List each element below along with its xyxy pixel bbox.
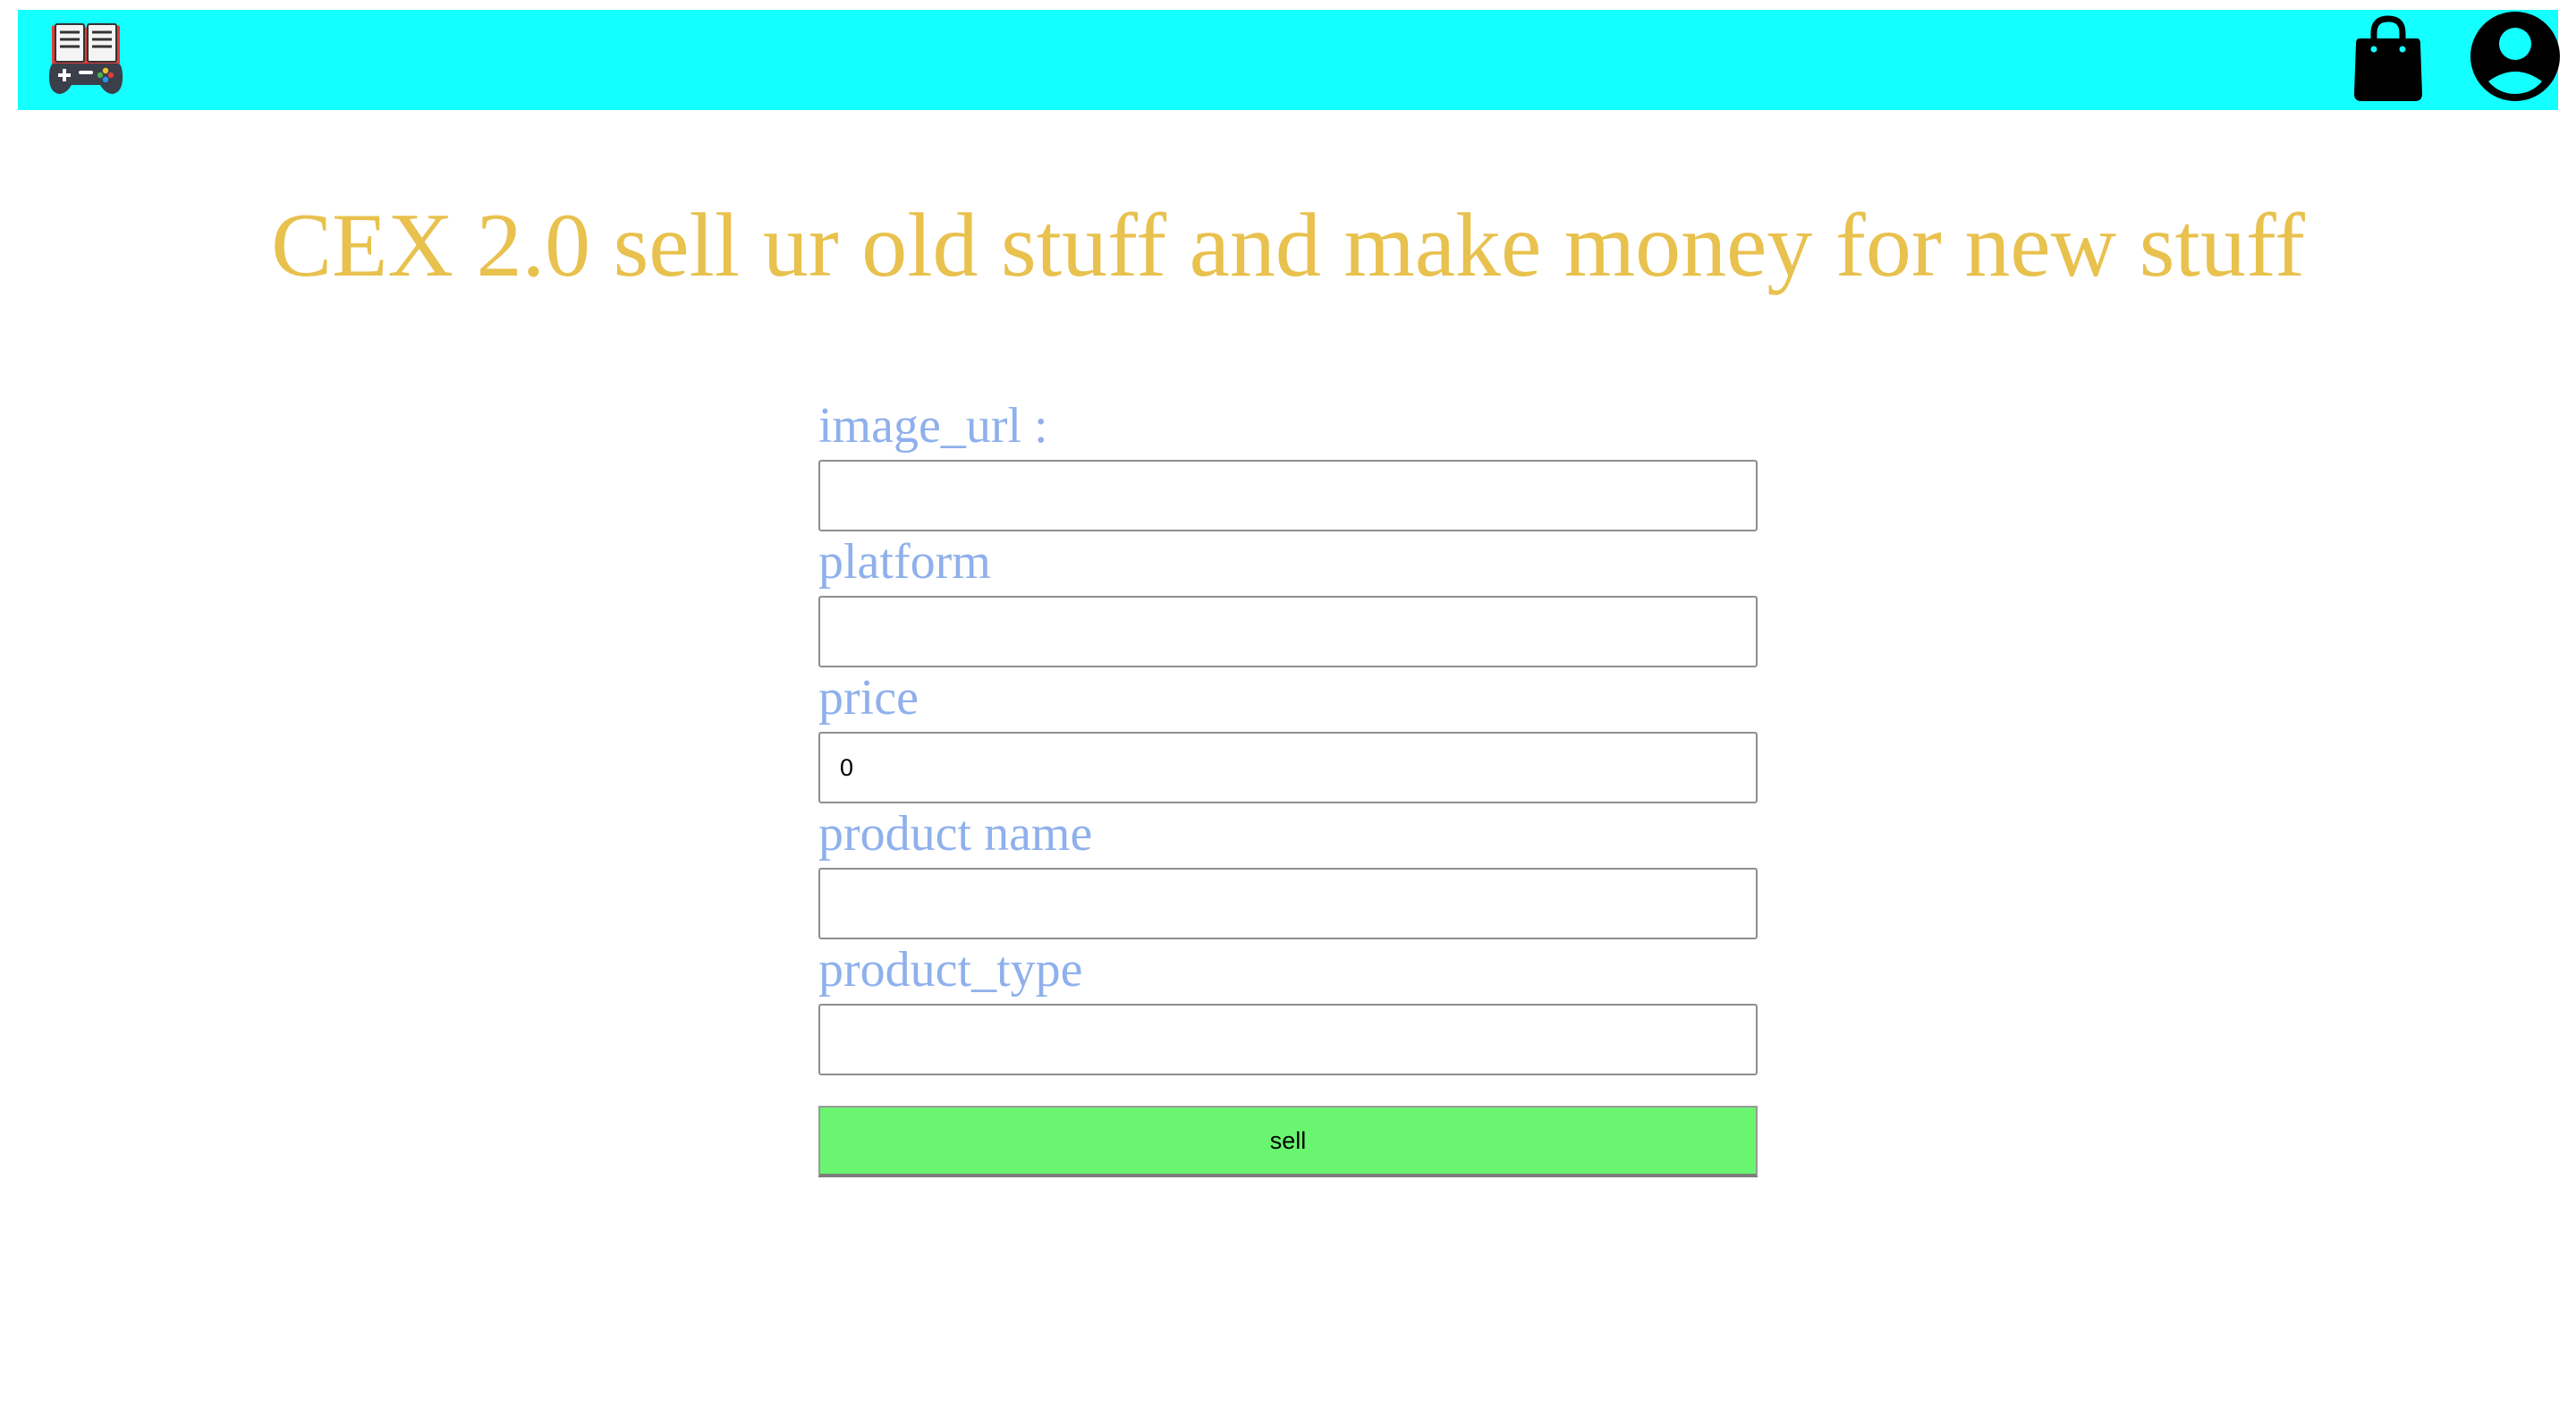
shopping-bag-icon[interactable]: [2351, 13, 2426, 103]
page-title: CEX 2.0 sell ur old stuff and make money…: [271, 195, 2305, 296]
product-type-input[interactable]: [818, 1004, 1758, 1075]
product-name-input[interactable]: [818, 868, 1758, 939]
sell-form: image_url : platform price product name …: [818, 392, 1758, 1177]
top-navbar: [18, 10, 2560, 110]
platform-input[interactable]: [818, 596, 1758, 667]
product-name-label: product name: [818, 806, 1093, 862]
platform-field-group: platform: [818, 528, 1758, 667]
user-account-icon[interactable]: [2469, 10, 2562, 103]
image-url-label: image_url :: [818, 398, 1048, 454]
product-type-label: product_type: [818, 942, 1083, 998]
book-gamepad-logo-icon[interactable]: [45, 17, 127, 99]
price-input[interactable]: [818, 732, 1758, 803]
price-field-group: price: [818, 664, 1758, 803]
platform-label: platform: [818, 534, 991, 590]
image-url-input[interactable]: [818, 460, 1758, 531]
image-url-field-group: image_url :: [818, 392, 1758, 531]
sell-button[interactable]: sell: [818, 1106, 1758, 1177]
price-label: price: [818, 670, 919, 726]
product-type-field-group: product_type: [818, 936, 1758, 1075]
product-name-field-group: product name: [818, 800, 1758, 939]
